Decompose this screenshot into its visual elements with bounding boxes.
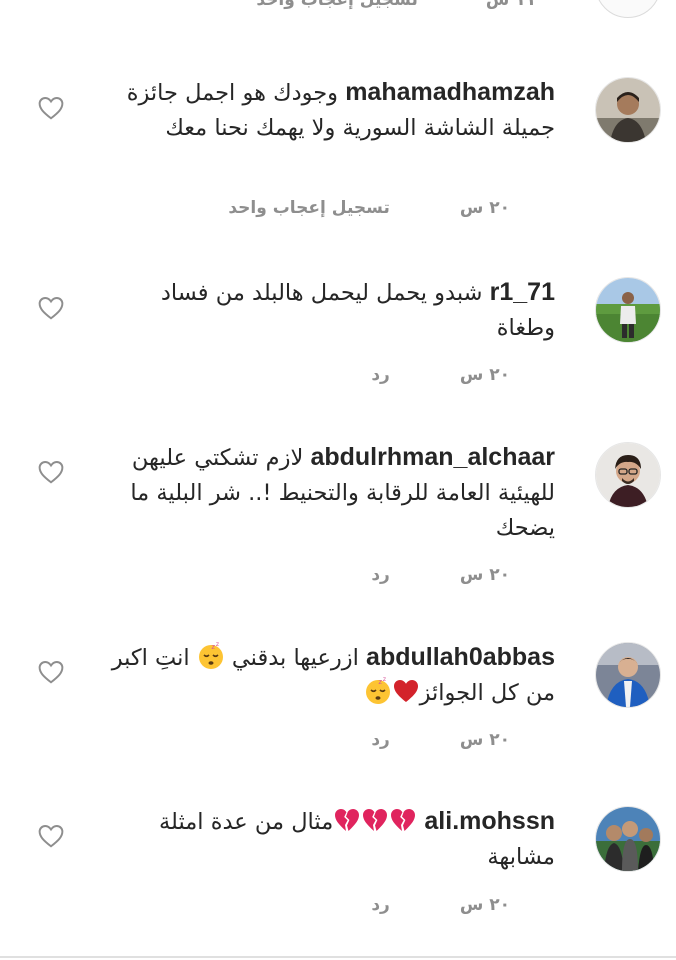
comment-like-count[interactable]: تسجيل إعجاب واحد: [228, 198, 390, 218]
svg-text:z: z: [216, 642, 219, 648]
previous-comment-partial: ١١ س تسجيل إعجاب واحد: [0, 0, 676, 20]
comment-username[interactable]: ali.mohssn: [424, 807, 555, 835]
sleepy-face-emoji: zz: [197, 642, 225, 670]
comment-time: ٢٠ س: [459, 895, 510, 915]
comment-time: ٢٠ س: [459, 198, 510, 218]
previous-comment-time: ١١ س: [485, 0, 536, 10]
comment-username[interactable]: r1_71: [490, 278, 555, 306]
comment-text: abdulrhman_alchaar لازم تشكتي عليهن للهي…: [100, 440, 555, 546]
broken-heart-emoji: [389, 806, 417, 834]
comment-time: ٢٠ س: [459, 730, 510, 750]
comment-meta: ٢٠ س رد: [180, 890, 510, 920]
reply-button[interactable]: رد: [371, 565, 390, 585]
comment-text: r1_71 شبدو يحمل ليحمل هالبلد من فساد وطغ…: [100, 275, 555, 346]
comment-meta: ٢٠ س رد: [180, 725, 510, 755]
comment-text: ali.mohssn مثال من عدة امثلة مشابهة: [100, 804, 555, 875]
comment-time: ٢٠ س: [459, 565, 510, 585]
previous-comment-meta: ١١ س تسجيل إعجاب واحد: [190, 0, 536, 14]
reply-button[interactable]: رد: [371, 730, 390, 750]
heart-outline-icon[interactable]: [38, 824, 64, 848]
heart-outline-icon[interactable]: [38, 296, 64, 320]
svg-text:z: z: [211, 643, 215, 651]
svg-text:z: z: [382, 677, 385, 683]
heart-outline-icon[interactable]: [38, 460, 64, 484]
avatar[interactable]: [595, 77, 661, 143]
comment-meta: ٢٠ س رد: [180, 360, 510, 390]
comment-meta: ٢٠ س رد: [180, 560, 510, 590]
avatar[interactable]: [595, 0, 661, 18]
broken-heart-emoji: [333, 806, 361, 834]
comment-username[interactable]: mahamadhamzah: [345, 78, 555, 106]
sleepy-face-emoji: zz: [364, 677, 392, 705]
reply-button[interactable]: رد: [371, 895, 390, 915]
comment-time: ٢٠ س: [459, 365, 510, 385]
previous-comment-like-count[interactable]: تسجيل إعجاب واحد: [256, 0, 418, 14]
comment-text: abdullah0abbas ازرعيها بدقني zz انتِ اكب…: [100, 640, 555, 711]
comment-body-part1: ازرعيها بدقني: [224, 645, 367, 671]
avatar[interactable]: [595, 806, 661, 872]
comment-text: mahamadhamzah وجودك هو اجمل جائزة جميلة …: [100, 75, 555, 146]
avatar[interactable]: [595, 642, 661, 708]
red-heart-emoji: [392, 677, 420, 705]
avatar[interactable]: [595, 277, 661, 343]
svg-text:z: z: [378, 678, 382, 686]
heart-outline-icon[interactable]: [38, 96, 64, 120]
comment-username[interactable]: abdulrhman_alchaar: [310, 443, 555, 471]
comment-meta: ٢٠ س تسجيل إعجاب واحد: [180, 193, 510, 223]
avatar[interactable]: [595, 442, 661, 508]
bottom-divider: [0, 956, 676, 958]
broken-heart-emoji: [361, 806, 389, 834]
reply-button[interactable]: رد: [371, 365, 390, 385]
comment-username[interactable]: abdullah0abbas: [366, 643, 555, 671]
heart-outline-icon[interactable]: [38, 660, 64, 684]
